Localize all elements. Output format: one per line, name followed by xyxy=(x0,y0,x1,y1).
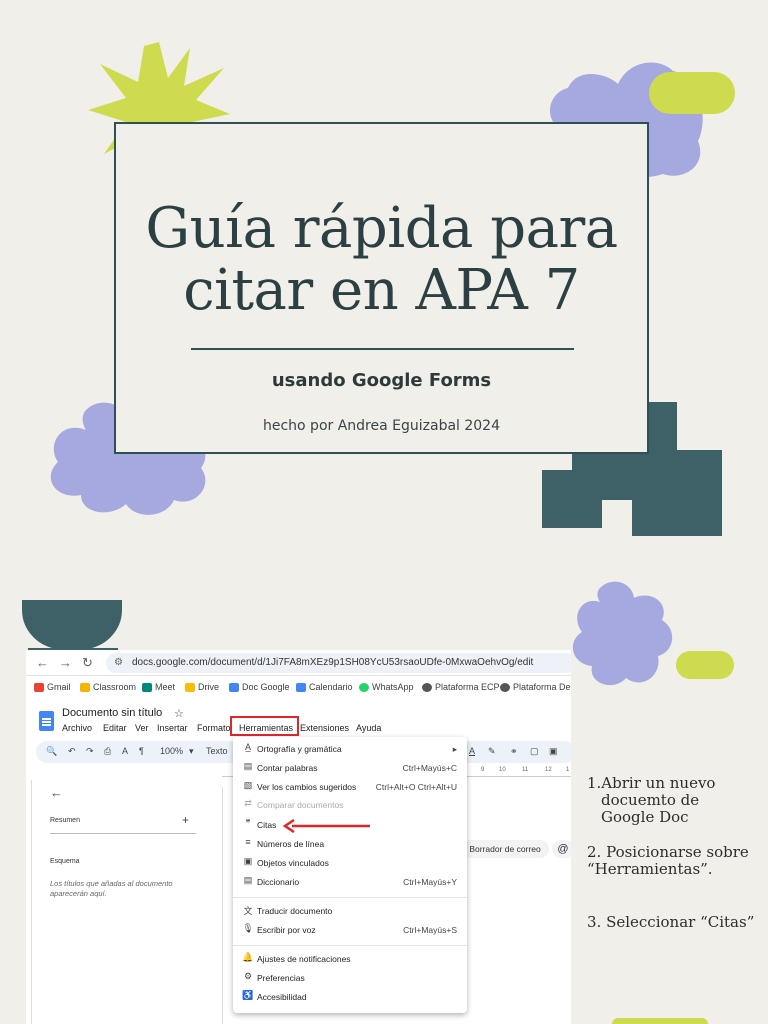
menu-item-translate[interactable]: 文 Traducir documento xyxy=(233,903,467,921)
browser-address-bar: ← → ↻ ⚙ docs.google.com/document/d/1Ji7F… xyxy=(26,650,571,676)
vertical-ruler xyxy=(26,780,32,1024)
comment-icon[interactable]: ▢ xyxy=(530,746,539,757)
dictionary-icon: ▤ xyxy=(243,875,253,885)
site-info-icon[interactable]: ⚙ xyxy=(114,653,123,673)
menu-editar[interactable]: Editar xyxy=(103,723,127,733)
bookmark-drive[interactable]: Drive xyxy=(185,682,219,692)
menu-formato[interactable]: Formato xyxy=(197,723,231,733)
forward-icon[interactable]: → xyxy=(59,655,72,670)
menu-item-word-count[interactable]: ▤ Contar palabras Ctrl+Mayús+C xyxy=(233,760,467,778)
spellcheck-icon: A̲ xyxy=(244,742,251,752)
bookmark-meet[interactable]: Meet xyxy=(142,682,175,692)
cover-title-line2: citar en APA 7 xyxy=(183,258,580,323)
bookmark-whatsapp[interactable]: WhatsApp xyxy=(359,682,414,692)
step-2: 2. Posicionarse sobre “Herramientas”. xyxy=(587,843,749,878)
lavender-blob-right xyxy=(572,581,673,686)
menu-item-compare: ⇄ Comparar documentos xyxy=(233,797,467,815)
lime-pill-right xyxy=(676,651,734,679)
teal-bowl-shape xyxy=(22,600,122,656)
cover-title-box: Guía rápida para citar en APA 7 usando G… xyxy=(114,122,649,454)
menu-item-notifications[interactable]: 🔔 Ajustes de notificaciones xyxy=(233,951,467,969)
menu-ver[interactable]: Ver xyxy=(135,723,149,733)
star-icon[interactable]: ☆ xyxy=(174,707,184,720)
accessibility-icon: ♿ xyxy=(242,990,254,1000)
highlight-color-icon[interactable]: ✎ xyxy=(488,746,496,757)
email-draft-chip[interactable]: Borrador de correo xyxy=(461,840,549,858)
bookmark-plataforma-ecp[interactable]: Plataforma ECP xyxy=(422,682,500,692)
compare-icon: ⇄ xyxy=(244,798,252,808)
paint-format-icon[interactable]: ¶ xyxy=(139,746,144,756)
document-title[interactable]: Documento sin título xyxy=(62,707,162,719)
add-summary-icon[interactable]: + xyxy=(182,813,189,827)
submenu-arrow-icon: ▸ xyxy=(452,744,457,754)
zoom-chevron-icon[interactable]: ▾ xyxy=(189,746,194,757)
tools-dropdown-menu: A̲ Ortografía y gramática ▸ ▤ Contar pal… xyxy=(233,737,467,1013)
at-mention-chip[interactable]: @ xyxy=(552,840,571,858)
menu-item-line-numbers[interactable]: ≡ Números de línea xyxy=(233,836,467,854)
close-outline-icon[interactable]: ← xyxy=(50,785,63,800)
bookmark-plataforma-dere[interactable]: Plataforma Dere xyxy=(500,682,571,692)
step-3: 3. Seleccionar “Citas” xyxy=(587,913,755,931)
spellcheck-toolbar-icon[interactable]: A xyxy=(122,746,128,756)
sidebar-divider xyxy=(50,833,196,834)
menu-item-linked-objects[interactable]: ▣ Objetos vinculados xyxy=(233,855,467,873)
bookmark-doc-google[interactable]: Doc Google xyxy=(229,682,290,692)
title-divider xyxy=(191,348,574,350)
suggested-changes-icon: ▧ xyxy=(243,780,253,790)
redo-icon[interactable]: ↷ xyxy=(86,746,94,757)
print-icon[interactable]: ⎙ xyxy=(104,746,111,757)
step-1: 1.Abrir un nuevo docuemto de Google Doc xyxy=(587,774,716,826)
style-select[interactable]: Texto xyxy=(206,746,228,756)
lime-dots-bottom xyxy=(612,1018,708,1024)
bookmark-calendario[interactable]: Calendario xyxy=(296,682,353,692)
reload-icon[interactable]: ↻ xyxy=(82,655,93,671)
menu-divider xyxy=(233,897,467,898)
bookmark-gmail[interactable]: Gmail xyxy=(34,682,71,692)
herramientas-highlight-box xyxy=(230,716,299,736)
menu-item-spelling[interactable]: A̲ Ortografía y gramática ▸ xyxy=(233,741,467,759)
menu-extensiones[interactable]: Extensiones xyxy=(300,723,349,733)
menu-item-voice-typing[interactable]: 🎙 Escribir por voz Ctrl+Mayús+S xyxy=(233,922,467,940)
cover-title: Guía rápida para citar en APA 7 xyxy=(116,198,647,322)
outline-sidebar: ← Resumen + Esquema Los títulos que añad… xyxy=(36,780,216,1024)
search-menus-icon[interactable]: 🔍 xyxy=(46,746,57,757)
cover-author: hecho por Andrea Eguizabal 2024 xyxy=(262,418,500,434)
bookmark-classroom[interactable]: Classroom xyxy=(80,682,136,692)
cover-title-line1: Guía rápida para xyxy=(145,196,618,261)
red-pointer-arrow-icon xyxy=(282,819,370,833)
menu-item-preferences[interactable]: ⚙ Preferencias xyxy=(233,970,467,988)
line-numbers-icon: ≡ xyxy=(245,837,251,847)
citations-icon: ❞ xyxy=(245,818,251,828)
cover-subtitle: usando Google Forms xyxy=(271,370,492,391)
image-icon[interactable]: ▣ xyxy=(549,746,558,757)
preferences-icon: ⚙ xyxy=(243,971,253,981)
zoom-select[interactable]: 100% xyxy=(160,746,183,756)
voice-typing-icon: 🎙 xyxy=(242,923,254,933)
url-field[interactable]: ⚙ docs.google.com/document/d/1Ji7FA8mXEz… xyxy=(106,653,571,673)
menu-insertar[interactable]: Insertar xyxy=(157,723,188,733)
menu-archivo[interactable]: Archivo xyxy=(62,723,92,733)
link-icon[interactable]: ⚭ xyxy=(510,746,518,757)
google-docs-icon[interactable] xyxy=(39,711,54,731)
menu-divider xyxy=(233,945,467,946)
word-count-icon: ▤ xyxy=(243,761,253,771)
google-docs-screenshot: ← → ↻ ⚙ docs.google.com/document/d/1Ji7F… xyxy=(26,650,571,1024)
lime-pill-top-right xyxy=(649,72,735,114)
bookmarks-bar: Gmail Classroom Meet Drive Doc Google Ca… xyxy=(26,677,571,699)
menu-item-dictionary[interactable]: ▤ Diccionario Ctrl+Mayús+Y xyxy=(233,874,467,892)
outline-placeholder-text: Los títulos que añadas al documento apar… xyxy=(50,879,173,898)
back-icon[interactable]: ← xyxy=(36,655,49,670)
document-page-edge xyxy=(222,787,223,1024)
outline-label: Esquema xyxy=(50,858,80,865)
menu-item-accessibility[interactable]: ♿ Accesibilidad xyxy=(233,989,467,1007)
url-text: docs.google.com/document/d/1Ji7FA8mXEz9p… xyxy=(132,657,534,668)
notifications-icon: 🔔 xyxy=(242,952,254,962)
translate-icon: 文 xyxy=(243,906,253,916)
summary-label: Resumen xyxy=(50,817,80,824)
text-color-icon[interactable]: A xyxy=(469,746,475,756)
menu-ayuda[interactable]: Ayuda xyxy=(356,723,381,733)
undo-icon[interactable]: ↶ xyxy=(68,746,76,757)
menu-item-suggested-changes[interactable]: ▧ Ver los cambios sugeridos Ctrl+Alt+O C… xyxy=(233,779,467,797)
linked-objects-icon: ▣ xyxy=(243,856,253,866)
